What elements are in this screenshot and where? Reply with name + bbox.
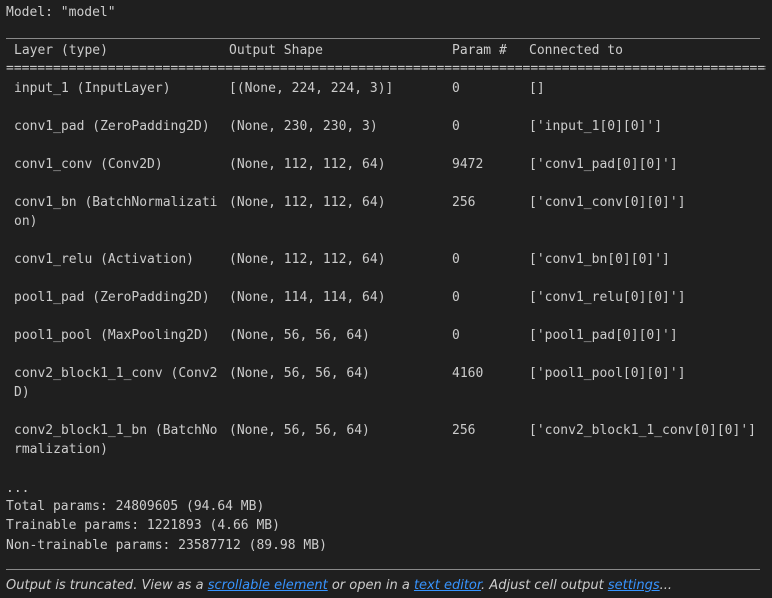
table-row-shape: [(None, 224, 224, 3)] (229, 81, 394, 96)
table-row-shape: (None, 114, 114, 64) (229, 290, 386, 305)
total-params: Total params: 24809605 (94.64 MB) (6, 499, 265, 514)
header-params: Param # (452, 43, 507, 58)
table-row-layer: pool1_pad (ZeroPadding2D) (14, 290, 210, 305)
notice-prefix: Output is truncated. View as a (6, 578, 208, 593)
non-trainable-params: Non-trainable params: 23587712 (89.98 MB… (6, 538, 327, 553)
table-row-layer: conv2_block1_1_bn (BatchNo (14, 423, 218, 438)
table-row-params: 256 (452, 423, 476, 438)
table-row-layer: pool1_pool (MaxPooling2D) (14, 328, 210, 343)
table-row-shape: (None, 112, 112, 64) (229, 195, 386, 210)
settings-link[interactable]: settings (608, 578, 660, 593)
table-row-shape: (None, 230, 230, 3) (229, 119, 378, 134)
header-output-shape: Output Shape (229, 43, 323, 58)
bottom-divider (6, 569, 760, 570)
model-title: Model: "model" (6, 5, 116, 20)
notice-end: ... (659, 578, 673, 593)
table-row-connected: ['conv2_block1_1_conv[0][0]'] (529, 423, 756, 438)
top-divider (6, 38, 760, 39)
table-row-connected: [] (529, 81, 545, 96)
table-row-shape: (None, 56, 56, 64) (229, 423, 370, 438)
table-row-connected: ['input_1[0][0]'] (529, 119, 663, 134)
notice-suffix: . Adjust cell output (481, 578, 608, 593)
table-row-layer: conv2_block1_1_conv (Conv2 (14, 366, 218, 381)
table-row-params: 0 (452, 119, 460, 134)
table-row-params: 0 (452, 290, 460, 305)
table-row-shape: (None, 112, 112, 64) (229, 252, 386, 267)
table-row-shape: (None, 112, 112, 64) (229, 157, 386, 172)
table-row-params: 9472 (452, 157, 484, 172)
text-editor-link[interactable]: text editor (414, 578, 481, 593)
table-row-connected: ['conv1_pad[0][0]'] (529, 157, 678, 172)
truncation-notice: Output is truncated. View as a scrollabl… (6, 578, 672, 593)
table-row-layer: input_1 (InputLayer) (14, 81, 171, 96)
table-row-connected: ['pool1_pool[0][0]'] (529, 366, 686, 381)
trainable-params: Trainable params: 1221893 (4.66 MB) (6, 518, 280, 533)
table-row-shape: (None, 56, 56, 64) (229, 366, 370, 381)
table-row-layer: conv1_pad (ZeroPadding2D) (14, 119, 210, 134)
table-row-params: 0 (452, 81, 460, 96)
header-separator: ========================================… (6, 62, 766, 76)
scrollable-element-link[interactable]: scrollable element (208, 578, 328, 593)
table-row-connected: ['conv1_conv[0][0]'] (529, 195, 686, 210)
table-row-layer-wrap: rmalization) (14, 442, 108, 457)
notice-middle: or open in a (327, 578, 414, 593)
table-row-params: 0 (452, 328, 460, 343)
table-row-layer-wrap: D) (14, 385, 30, 400)
table-row-layer: conv1_bn (BatchNormalizati (14, 195, 218, 210)
table-row-connected: ['conv1_relu[0][0]'] (529, 290, 686, 305)
header-connected: Connected to (529, 43, 623, 58)
table-row-shape: (None, 56, 56, 64) (229, 328, 370, 343)
table-row-connected: ['pool1_pad[0][0]'] (529, 328, 678, 343)
ellipsis: ... (6, 481, 30, 496)
table-row-layer: conv1_conv (Conv2D) (14, 157, 163, 172)
table-row-connected: ['conv1_bn[0][0]'] (529, 252, 670, 267)
table-row-params: 0 (452, 252, 460, 267)
table-row-params: 256 (452, 195, 476, 210)
header-layer: Layer (type) (14, 43, 108, 58)
table-row-layer: conv1_relu (Activation) (14, 252, 195, 267)
table-row-layer-wrap: on) (14, 214, 38, 229)
table-row-params: 4160 (452, 366, 484, 381)
